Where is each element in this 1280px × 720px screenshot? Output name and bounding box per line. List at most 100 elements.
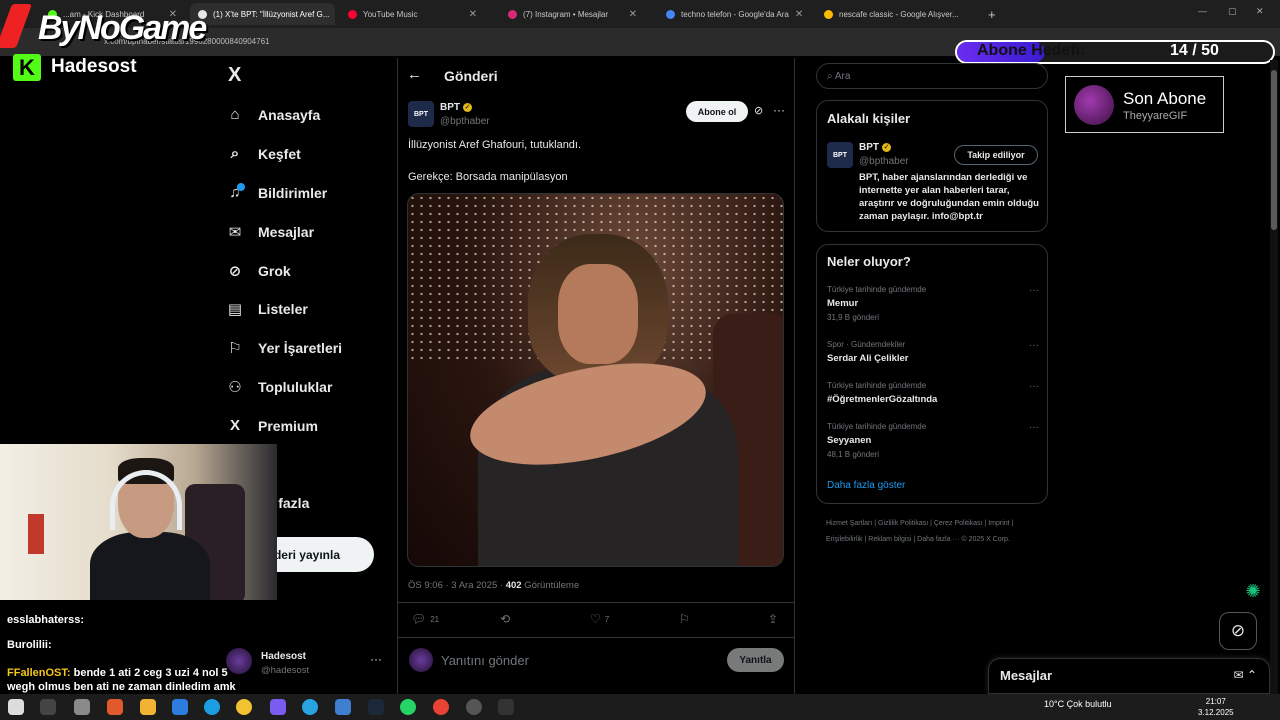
- nav-label: Bildirimler: [258, 184, 328, 201]
- related-avatar[interactable]: BPT: [827, 142, 853, 168]
- trend-item[interactable]: Türkiye tarihinde gündemde Seyyanen 48,1 B…: [827, 422, 1039, 459]
- maximize-icon[interactable]: ▢: [1228, 6, 1237, 17]
- nav-item[interactable]: ▤ Listeler: [226, 300, 308, 318]
- account-handle[interactable]: @hadesost: [261, 665, 309, 676]
- author-name-text[interactable]: BPT: [440, 102, 460, 113]
- bookmark-icon[interactable]: ⚐: [679, 612, 690, 626]
- tab-close-icon[interactable]: ✕: [629, 9, 637, 20]
- bookmark-action[interactable]: ⚐: [679, 612, 690, 626]
- trend-more-icon[interactable]: ···: [1029, 422, 1039, 433]
- kick-icon: K: [13, 54, 41, 81]
- grok-fab-icon[interactable]: ⊘: [1219, 612, 1257, 650]
- trend-item[interactable]: Türkiye tarihinde gündemde Memur 31,9 B gö…: [827, 285, 1039, 322]
- browser-tab[interactable]: nescafe classic - Google Alışver...✕: [816, 3, 961, 25]
- share-action[interactable]: ⇪: [768, 612, 778, 626]
- chrome-icon[interactable]: [433, 699, 449, 715]
- start-icon[interactable]: [8, 699, 24, 715]
- related-name-text[interactable]: BPT: [859, 142, 879, 153]
- app-icon[interactable]: [270, 699, 286, 715]
- messages-drawer[interactable]: Mesajlar ✉ ⌃: [988, 658, 1270, 694]
- share-icon[interactable]: ⇪: [768, 612, 778, 626]
- nav-item[interactable]: ⚐ Yer İşaretleri: [226, 339, 342, 357]
- steam-icon[interactable]: [368, 699, 384, 715]
- tab-label: (7) Instagram • Mesajlar: [523, 9, 609, 19]
- messages-actions-icon[interactable]: ✉ ⌃: [1234, 668, 1257, 682]
- author-name[interactable]: BPT ✓: [440, 102, 472, 113]
- app-icon[interactable]: [107, 699, 123, 715]
- post-text: İllüzyonist Aref Ghafouri, tutuklandı.: [408, 139, 582, 151]
- chatgpt-extension-icon[interactable]: ✺: [1242, 580, 1264, 602]
- tab-close-icon[interactable]: ✕: [469, 9, 477, 20]
- scrollbar[interactable]: [1270, 60, 1278, 700]
- reply-button[interactable]: Yanıtla: [727, 648, 784, 672]
- footer-links[interactable]: Hizmet Şartları | Gizlilik Politikası | …: [826, 516, 1046, 548]
- trend-item[interactable]: Türkiye tarihinde gündemde #ÖğretmenlerGö…: [827, 381, 1039, 409]
- reply-icon[interactable]: 💬︎: [411, 612, 426, 626]
- nav-item[interactable]: ⊘ Grok: [226, 262, 291, 280]
- trend-count: 48,1 B gönderi: [827, 450, 880, 459]
- heart-icon[interactable]: ♡: [590, 612, 601, 626]
- nav-icon: ▤: [227, 301, 243, 318]
- related-name[interactable]: BPT ✓: [859, 142, 891, 153]
- nav-item[interactable]: ⌕ Keşfet: [226, 145, 301, 162]
- weather-widget[interactable]: 10°C Çok bulutlu: [1044, 699, 1112, 709]
- search-placeholder: Ara: [834, 71, 851, 82]
- app-icon[interactable]: [74, 699, 90, 715]
- app-icon[interactable]: [172, 699, 188, 715]
- tab-close-icon[interactable]: ✕: [795, 9, 803, 20]
- post-meta: ÖS 9:06 · 3 Ara 2025 · 402 Görüntüleme: [408, 580, 579, 591]
- browser-tab[interactable]: (7) Instagram • Mesajlar ✕: [500, 3, 645, 25]
- account-name[interactable]: Hadesost: [261, 651, 306, 662]
- trend-more-icon[interactable]: ···: [1029, 381, 1039, 392]
- post-time[interactable]: ÖS 9:06 · 3 Ara 2025 ·: [408, 580, 506, 591]
- nav-item[interactable]: ✉ Mesajlar: [226, 223, 314, 241]
- reply-input[interactable]: Yanıtını gönder: [441, 653, 529, 668]
- subscribe-button[interactable]: Abone ol: [686, 101, 748, 122]
- search-input[interactable]: ⌕ Ara: [816, 63, 1048, 89]
- nav-item[interactable]: X Premium: [226, 417, 318, 434]
- author-avatar[interactable]: BPT: [408, 101, 434, 127]
- nav-item[interactable]: ⌂ Anasayfa: [226, 106, 320, 123]
- more-icon[interactable]: ···: [773, 103, 785, 117]
- post-image[interactable]: [407, 193, 784, 567]
- bynogame-logo: ByNoGame: [0, 4, 227, 50]
- back-arrow-icon[interactable]: ←: [407, 66, 422, 83]
- nav-label: Premium: [258, 417, 318, 434]
- chat-user: Burolilii:: [7, 639, 52, 651]
- browser-tab[interactable]: techno telefon - Google'da Ara ✕: [658, 3, 803, 25]
- app-icon[interactable]: [302, 699, 318, 715]
- verified-icon: ✓: [882, 142, 891, 152]
- account-more-icon[interactable]: ···: [370, 652, 382, 666]
- trend-more-icon[interactable]: ···: [1029, 340, 1039, 351]
- nav-item[interactable]: ⚇ Topluluklar: [226, 378, 332, 396]
- like-count: 7: [604, 614, 610, 624]
- grok-icon[interactable]: ⊘: [754, 104, 763, 117]
- file-explorer-icon[interactable]: [140, 699, 156, 715]
- search-taskbar-icon[interactable]: [40, 699, 56, 715]
- app-icon[interactable]: [335, 699, 351, 715]
- x-logo-icon[interactable]: X: [228, 64, 241, 87]
- reply-action[interactable]: 💬︎ 21: [411, 612, 439, 626]
- related-handle[interactable]: @bpthaber: [859, 156, 909, 167]
- following-button[interactable]: Takip ediliyor: [954, 145, 1038, 165]
- repost-icon[interactable]: ⟲: [500, 612, 510, 626]
- edge-icon[interactable]: [204, 699, 220, 715]
- whatsapp-icon[interactable]: [400, 699, 416, 715]
- minimize-icon[interactable]: —: [1198, 6, 1207, 16]
- like-action[interactable]: ♡ 7: [590, 612, 609, 626]
- browser-tab[interactable]: YouTube Music ✕: [340, 3, 485, 25]
- app-icon[interactable]: [498, 699, 514, 715]
- chrome-icon[interactable]: [236, 699, 252, 715]
- app-icon[interactable]: [466, 699, 482, 715]
- new-tab-button[interactable]: +: [980, 3, 1004, 25]
- close-window-icon[interactable]: ✕: [1256, 6, 1264, 17]
- tab-favicon-icon: [824, 9, 833, 19]
- show-more-link[interactable]: Daha fazla göster: [827, 480, 905, 491]
- author-handle[interactable]: @bpthaber: [440, 116, 490, 127]
- avatar[interactable]: [226, 648, 252, 674]
- trend-more-icon[interactable]: ···: [1029, 285, 1039, 296]
- trend-item[interactable]: Spor · Gündemdekiler Serdar Ali Çelikler ·…: [827, 340, 1039, 368]
- clock-time: 21:07: [1205, 697, 1226, 706]
- repost-action[interactable]: ⟲: [500, 612, 510, 626]
- taskbar-clock[interactable]: 21:07 3.12.2025: [1198, 696, 1234, 718]
